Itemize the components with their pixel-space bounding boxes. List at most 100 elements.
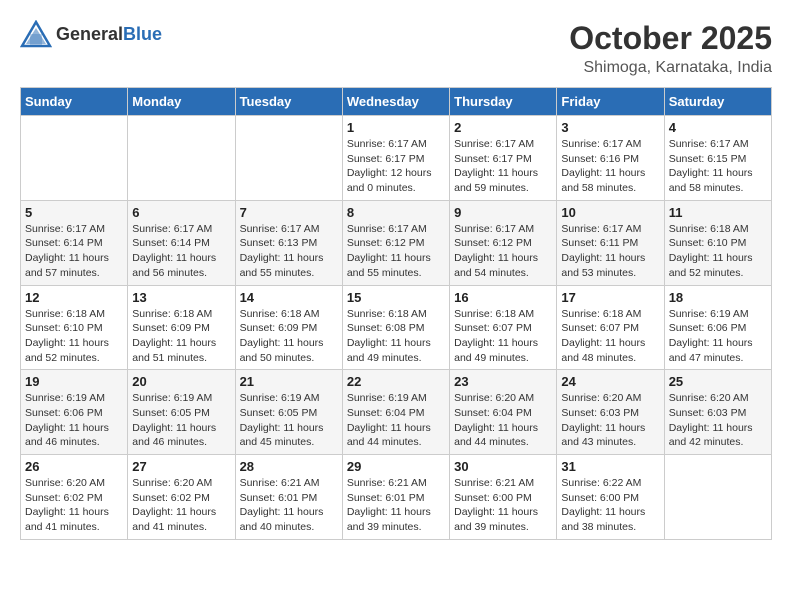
- day-info: Sunrise: 6:18 AM Sunset: 6:09 PM Dayligh…: [240, 307, 338, 366]
- day-info: Sunrise: 6:17 AM Sunset: 6:13 PM Dayligh…: [240, 222, 338, 281]
- day-number: 9: [454, 205, 552, 220]
- day-info: Sunrise: 6:17 AM Sunset: 6:14 PM Dayligh…: [132, 222, 230, 281]
- calendar-cell-0-0: [21, 116, 128, 201]
- calendar-cell-1-5: 10 Sunrise: 6:17 AM Sunset: 6:11 PM Dayli…: [557, 200, 664, 285]
- week-row-0: 1 Sunrise: 6:17 AM Sunset: 6:17 PM Daylig…: [21, 116, 772, 201]
- calendar-cell-3-6: 25 Sunrise: 6:20 AM Sunset: 6:03 PM Dayli…: [664, 370, 771, 455]
- day-info: Sunrise: 6:17 AM Sunset: 6:17 PM Dayligh…: [347, 137, 445, 196]
- day-number: 15: [347, 290, 445, 305]
- day-number: 29: [347, 459, 445, 474]
- day-number: 10: [561, 205, 659, 220]
- calendar-cell-3-0: 19 Sunrise: 6:19 AM Sunset: 6:06 PM Dayli…: [21, 370, 128, 455]
- day-info: Sunrise: 6:22 AM Sunset: 6:00 PM Dayligh…: [561, 476, 659, 535]
- day-number: 16: [454, 290, 552, 305]
- weekday-header-thursday: Thursday: [450, 88, 557, 116]
- calendar-cell-2-4: 16Sunrise: 6:18 AM Sunset: 6:07 PM Dayli…: [450, 285, 557, 370]
- day-info: Sunrise: 6:19 AM Sunset: 6:06 PM Dayligh…: [25, 391, 123, 450]
- day-info: Sunrise: 6:20 AM Sunset: 6:02 PM Dayligh…: [132, 476, 230, 535]
- weekday-header-monday: Monday: [128, 88, 235, 116]
- day-info: Sunrise: 6:20 AM Sunset: 6:04 PM Dayligh…: [454, 391, 552, 450]
- calendar: SundayMondayTuesdayWednesdayThursdayFrid…: [20, 87, 772, 540]
- day-info: Sunrise: 6:20 AM Sunset: 6:03 PM Dayligh…: [669, 391, 767, 450]
- calendar-cell-2-5: 17 Sunrise: 6:18 AM Sunset: 6:07 PM Dayli…: [557, 285, 664, 370]
- logo-general-text: General: [56, 24, 123, 44]
- day-number: 3: [561, 120, 659, 135]
- day-info: Sunrise: 6:21 AM Sunset: 6:01 PM Dayligh…: [347, 476, 445, 535]
- week-row-1: 5 Sunrise: 6:17 AM Sunset: 6:14 PM Daylig…: [21, 200, 772, 285]
- calendar-cell-3-3: 22 Sunrise: 6:19 AM Sunset: 6:04 PM Dayli…: [342, 370, 449, 455]
- day-number: 21: [240, 374, 338, 389]
- day-info: Sunrise: 6:19 AM Sunset: 6:05 PM Dayligh…: [240, 391, 338, 450]
- logo-blue-text: Blue: [123, 24, 162, 44]
- day-number: 12: [25, 290, 123, 305]
- calendar-cell-2-6: 18 Sunrise: 6:19 AM Sunset: 6:06 PM Dayli…: [664, 285, 771, 370]
- day-number: 17: [561, 290, 659, 305]
- day-number: 4: [669, 120, 767, 135]
- weekday-header-sunday: Sunday: [21, 88, 128, 116]
- logo-icon: [20, 20, 52, 48]
- calendar-cell-3-2: 21 Sunrise: 6:19 AM Sunset: 6:05 PM Dayli…: [235, 370, 342, 455]
- calendar-cell-4-1: 27Sunrise: 6:20 AM Sunset: 6:02 PM Dayli…: [128, 455, 235, 540]
- day-number: 28: [240, 459, 338, 474]
- calendar-cell-2-1: 13Sunrise: 6:18 AM Sunset: 6:09 PM Dayli…: [128, 285, 235, 370]
- day-number: 18: [669, 290, 767, 305]
- location-title: Shimoga, Karnataka, India: [569, 59, 772, 77]
- calendar-cell-1-3: 8Sunrise: 6:17 AM Sunset: 6:12 PM Daylig…: [342, 200, 449, 285]
- day-info: Sunrise: 6:21 AM Sunset: 6:01 PM Dayligh…: [240, 476, 338, 535]
- day-number: 14: [240, 290, 338, 305]
- day-info: Sunrise: 6:17 AM Sunset: 6:15 PM Dayligh…: [669, 137, 767, 196]
- calendar-cell-1-1: 6 Sunrise: 6:17 AM Sunset: 6:14 PM Daylig…: [128, 200, 235, 285]
- weekday-header-saturday: Saturday: [664, 88, 771, 116]
- day-number: 25: [669, 374, 767, 389]
- day-info: Sunrise: 6:17 AM Sunset: 6:16 PM Dayligh…: [561, 137, 659, 196]
- day-number: 5: [25, 205, 123, 220]
- day-info: Sunrise: 6:19 AM Sunset: 6:06 PM Dayligh…: [669, 307, 767, 366]
- day-info: Sunrise: 6:17 AM Sunset: 6:11 PM Dayligh…: [561, 222, 659, 281]
- day-number: 1: [347, 120, 445, 135]
- header: GeneralBlue October 2025 Shimoga, Karnat…: [20, 20, 772, 77]
- day-info: Sunrise: 6:21 AM Sunset: 6:00 PM Dayligh…: [454, 476, 552, 535]
- weekday-header-row: SundayMondayTuesdayWednesdayThursdayFrid…: [21, 88, 772, 116]
- week-row-2: 12Sunrise: 6:18 AM Sunset: 6:10 PM Dayli…: [21, 285, 772, 370]
- day-info: Sunrise: 6:17 AM Sunset: 6:12 PM Dayligh…: [454, 222, 552, 281]
- calendar-cell-1-6: 11 Sunrise: 6:18 AM Sunset: 6:10 PM Dayli…: [664, 200, 771, 285]
- day-number: 7: [240, 205, 338, 220]
- day-number: 20: [132, 374, 230, 389]
- day-info: Sunrise: 6:18 AM Sunset: 6:07 PM Dayligh…: [561, 307, 659, 366]
- day-number: 11: [669, 205, 767, 220]
- calendar-cell-0-1: [128, 116, 235, 201]
- calendar-cell-4-0: 26Sunrise: 6:20 AM Sunset: 6:02 PM Dayli…: [21, 455, 128, 540]
- week-row-3: 19 Sunrise: 6:19 AM Sunset: 6:06 PM Dayli…: [21, 370, 772, 455]
- day-info: Sunrise: 6:19 AM Sunset: 6:05 PM Dayligh…: [132, 391, 230, 450]
- calendar-cell-4-5: 31 Sunrise: 6:22 AM Sunset: 6:00 PM Dayli…: [557, 455, 664, 540]
- day-number: 19: [25, 374, 123, 389]
- week-row-4: 26Sunrise: 6:20 AM Sunset: 6:02 PM Dayli…: [21, 455, 772, 540]
- day-info: Sunrise: 6:18 AM Sunset: 6:10 PM Dayligh…: [669, 222, 767, 281]
- day-number: 6: [132, 205, 230, 220]
- day-number: 2: [454, 120, 552, 135]
- day-info: Sunrise: 6:17 AM Sunset: 6:14 PM Dayligh…: [25, 222, 123, 281]
- day-number: 30: [454, 459, 552, 474]
- day-number: 24: [561, 374, 659, 389]
- calendar-cell-4-2: 28 Sunrise: 6:21 AM Sunset: 6:01 PM Dayli…: [235, 455, 342, 540]
- calendar-cell-1-0: 5 Sunrise: 6:17 AM Sunset: 6:14 PM Daylig…: [21, 200, 128, 285]
- title-area: October 2025 Shimoga, Karnataka, India: [569, 20, 772, 77]
- logo: GeneralBlue: [20, 20, 162, 48]
- month-title: October 2025: [569, 20, 772, 57]
- weekday-header-friday: Friday: [557, 88, 664, 116]
- day-info: Sunrise: 6:18 AM Sunset: 6:08 PM Dayligh…: [347, 307, 445, 366]
- calendar-cell-1-2: 7 Sunrise: 6:17 AM Sunset: 6:13 PM Daylig…: [235, 200, 342, 285]
- day-info: Sunrise: 6:17 AM Sunset: 6:12 PM Dayligh…: [347, 222, 445, 281]
- day-info: Sunrise: 6:19 AM Sunset: 6:04 PM Dayligh…: [347, 391, 445, 450]
- calendar-cell-2-2: 14 Sunrise: 6:18 AM Sunset: 6:09 PM Dayli…: [235, 285, 342, 370]
- weekday-header-tuesday: Tuesday: [235, 88, 342, 116]
- calendar-cell-0-2: [235, 116, 342, 201]
- day-info: Sunrise: 6:17 AM Sunset: 6:17 PM Dayligh…: [454, 137, 552, 196]
- day-number: 31: [561, 459, 659, 474]
- weekday-header-wednesday: Wednesday: [342, 88, 449, 116]
- calendar-cell-3-4: 23Sunrise: 6:20 AM Sunset: 6:04 PM Dayli…: [450, 370, 557, 455]
- calendar-cell-3-1: 20 Sunrise: 6:19 AM Sunset: 6:05 PM Dayli…: [128, 370, 235, 455]
- calendar-cell-0-6: 4 Sunrise: 6:17 AM Sunset: 6:15 PM Daylig…: [664, 116, 771, 201]
- day-number: 22: [347, 374, 445, 389]
- calendar-cell-4-6: [664, 455, 771, 540]
